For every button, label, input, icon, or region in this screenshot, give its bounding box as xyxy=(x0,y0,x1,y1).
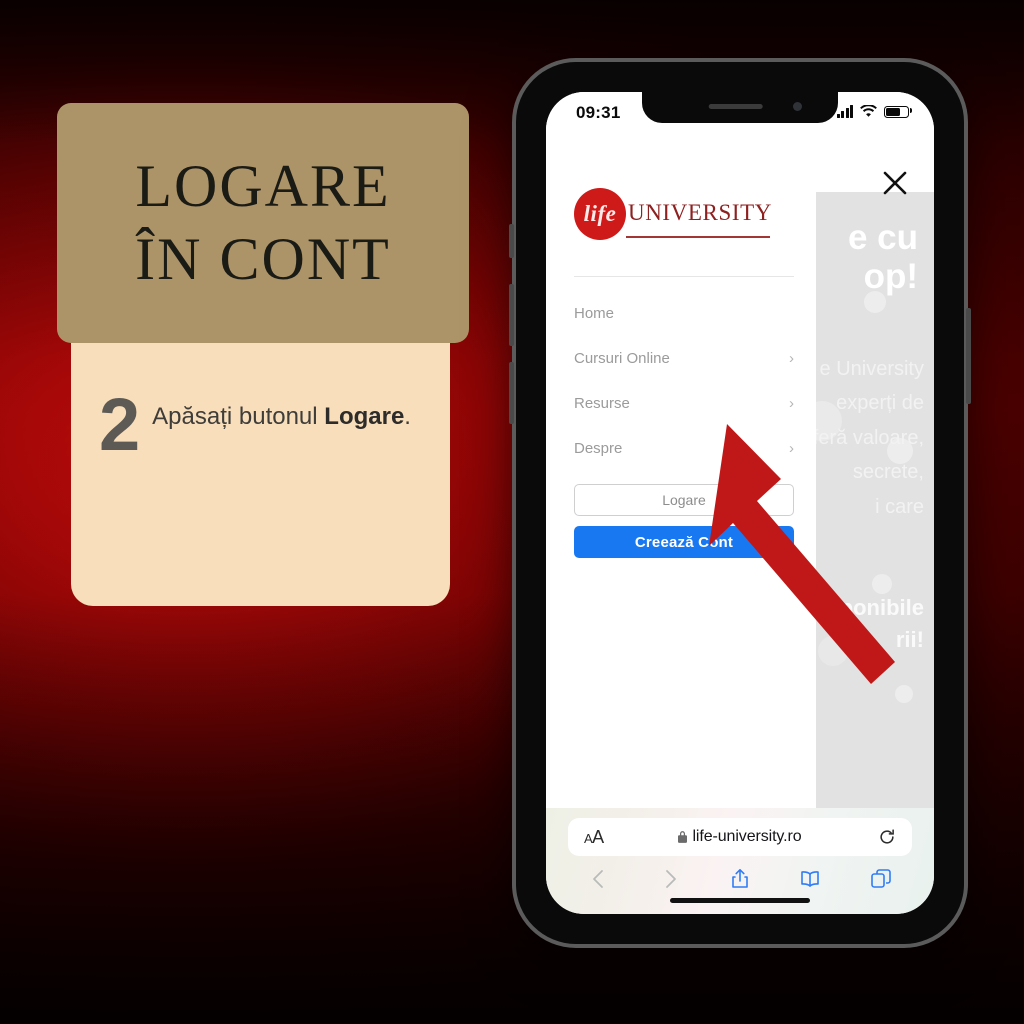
share-icon[interactable] xyxy=(728,867,752,891)
reload-icon[interactable] xyxy=(878,828,896,846)
chevron-right-icon: › xyxy=(789,439,794,457)
step-number: 2 xyxy=(99,383,140,466)
browser-chrome: AA life-university.ro xyxy=(546,808,934,914)
logo-underline xyxy=(626,236,770,238)
hero-paragraph-line-2: experți de xyxy=(836,392,924,415)
hero-footer-text: sponibile rii! xyxy=(827,592,924,656)
book-icon[interactable] xyxy=(798,867,822,891)
navigation-menu-panel: life UNIVERSITY Home Cursuri Online › Re… xyxy=(546,138,816,808)
chevron-left-icon[interactable] xyxy=(587,867,611,891)
close-icon[interactable] xyxy=(880,168,910,198)
home-indicator xyxy=(670,898,810,903)
instruction-title-card: LOGARE ÎN CONT xyxy=(57,103,469,343)
phone-mockup: e cu op! e University experți de feră va… xyxy=(509,58,971,948)
wifi-icon xyxy=(860,105,877,117)
hero-heading-line-2: op! xyxy=(863,257,918,297)
instruction-body-card: 2 Apăsați butonul Logare. xyxy=(71,337,450,606)
hero-paragraph: e University experți de feră valoare, se… xyxy=(813,352,924,524)
menu-item-label: Home xyxy=(574,304,615,322)
menu-item-label: Cursuri Online xyxy=(574,349,670,367)
menu-item-cursuri-online[interactable]: Cursuri Online › xyxy=(574,340,794,376)
hero-heading: e cu op! xyxy=(848,218,918,296)
earpiece-speaker xyxy=(708,104,763,109)
login-button[interactable]: Logare xyxy=(574,484,794,516)
chevron-right-icon: › xyxy=(789,394,794,412)
create-account-button[interactable]: Creează Cont xyxy=(574,526,794,558)
menu-divider xyxy=(574,276,794,277)
logo-mark: life xyxy=(574,188,626,240)
chevron-right-icon[interactable] xyxy=(658,867,682,891)
menu-items-list: Home Cursuri Online › Resurse › Despre › xyxy=(546,295,816,466)
instruction-title-line-2: ÎN CONT xyxy=(135,226,391,292)
menu-item-home[interactable]: Home xyxy=(574,295,794,331)
lock-icon xyxy=(678,831,688,843)
menu-item-despre[interactable]: Despre › xyxy=(574,430,794,466)
status-bar-icons xyxy=(836,105,912,118)
power-button[interactable] xyxy=(966,308,971,404)
step-text-prefix: Apăsați butonul xyxy=(152,403,325,430)
silent-switch-button[interactable] xyxy=(509,224,514,258)
battery-icon xyxy=(884,105,912,118)
signal-bars-icon xyxy=(836,105,853,118)
menu-item-label: Resurse xyxy=(574,394,630,412)
menu-item-label: Despre xyxy=(574,439,623,457)
menu-item-resurse[interactable]: Resurse › xyxy=(574,385,794,421)
hero-footer-line-2: rii! xyxy=(895,626,924,652)
hero-footer-line-1: sponibile xyxy=(827,595,924,620)
url-text: life-university.ro xyxy=(692,828,802,845)
hero-paragraph-line-4: secrete, xyxy=(852,461,924,484)
front-camera-icon xyxy=(793,102,802,111)
hero-paragraph-line-3: feră valoare, xyxy=(812,426,924,449)
status-bar-time: 09:31 xyxy=(576,103,621,122)
url-text-container: life-university.ro xyxy=(568,828,912,846)
logo-wordmark: UNIVERSITY xyxy=(628,200,772,225)
hero-paragraph-line-5: i care xyxy=(875,495,924,518)
phone-notch xyxy=(642,92,838,123)
hero-heading-line-1: e cu xyxy=(847,218,918,257)
chevron-right-icon: › xyxy=(789,349,794,367)
site-logo[interactable]: life UNIVERSITY xyxy=(574,188,772,240)
text-size-button[interactable]: AA xyxy=(584,827,604,848)
url-bar[interactable]: AA life-university.ro xyxy=(568,818,912,856)
step-text: Apăsați butonul Logare. xyxy=(152,395,411,435)
step-text-bold: Logare xyxy=(324,403,405,430)
step-text-suffix: . xyxy=(404,403,411,430)
hero-paragraph-line-1: e University xyxy=(819,358,924,380)
phone-screen: e cu op! e University experți de feră va… xyxy=(546,92,934,914)
tabs-icon[interactable] xyxy=(869,867,893,891)
browser-toolbar xyxy=(546,862,934,896)
volume-down-button[interactable] xyxy=(509,362,514,424)
volume-up-button[interactable] xyxy=(509,284,514,346)
instruction-title-line-1: LOGARE xyxy=(135,152,391,219)
